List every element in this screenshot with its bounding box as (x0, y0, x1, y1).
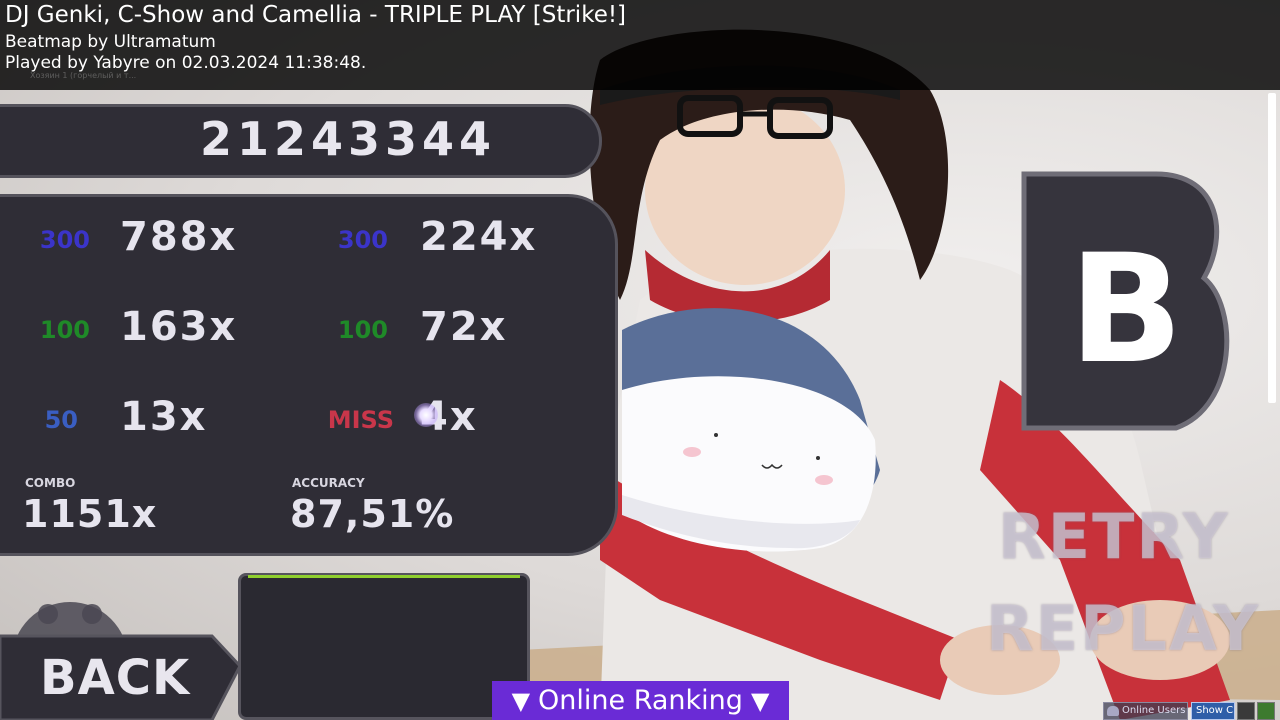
chevron-down-icon: ▼ (511, 686, 531, 715)
grade-display: B (1016, 166, 1236, 436)
count-50: 13x (120, 394, 208, 440)
back-button-label[interactable]: BACK (40, 650, 190, 706)
judgement-100-label: 100 (39, 316, 90, 344)
played-by-line: Played by Yabyre on 02.03.2024 11:38:48. (5, 53, 367, 73)
accuracy-value: 87,51% (290, 492, 455, 536)
count-geki: 224x (420, 214, 538, 260)
show-chat-label: Show Chat (1196, 705, 1234, 716)
online-ranking-label: Online Ranking (538, 685, 743, 716)
count-katu: 72x (420, 304, 508, 350)
users-icon (1107, 706, 1119, 716)
cursor-icon (414, 403, 438, 427)
judgement-300-label: 300 (39, 226, 90, 254)
judgement-katu-label: 100 (337, 316, 388, 344)
judgement-miss-label: MISS (327, 406, 394, 434)
song-info-header: DJ Genki, C-Show and Camellia - TRIPLE P… (0, 0, 1280, 90)
ghost-chat-text: Хозяин 1 (горчелый и т... (30, 71, 137, 80)
replay-button[interactable]: REPLAY (986, 592, 1260, 665)
judgement-50-label: 50 (44, 406, 78, 434)
accuracy-label: ACCURACY (292, 476, 365, 490)
online-users-label: Online Users (1122, 705, 1186, 716)
health-graph-line (248, 575, 520, 578)
show-chat-button[interactable]: Show Chat (1191, 702, 1235, 720)
scrollbar[interactable] (1268, 93, 1276, 403)
retry-button[interactable]: RETRY (998, 500, 1230, 573)
combo-value: 1151x (22, 492, 158, 536)
count-300: 788x (120, 214, 238, 260)
total-score: 21243344 (200, 112, 497, 166)
grade-letter: B (1069, 223, 1183, 397)
online-users-button[interactable]: Online Users (1103, 702, 1188, 720)
online-ranking-button[interactable]: ▼ Online Ranking ▼ (492, 681, 789, 720)
performance-graph (238, 573, 530, 720)
count-100: 163x (120, 304, 238, 350)
status-icon[interactable] (1257, 702, 1275, 720)
song-title: DJ Genki, C-Show and Camellia - TRIPLE P… (5, 2, 627, 28)
beatmap-creator: Beatmap by Ultramatum (5, 32, 216, 52)
notification-icon[interactable] (1237, 702, 1255, 720)
chevron-down-icon: ▼ (750, 686, 770, 715)
grade-letter-shape: B (1021, 171, 1230, 431)
combo-label: COMBO (25, 476, 76, 490)
judgement-geki-label: 300 (337, 226, 388, 254)
